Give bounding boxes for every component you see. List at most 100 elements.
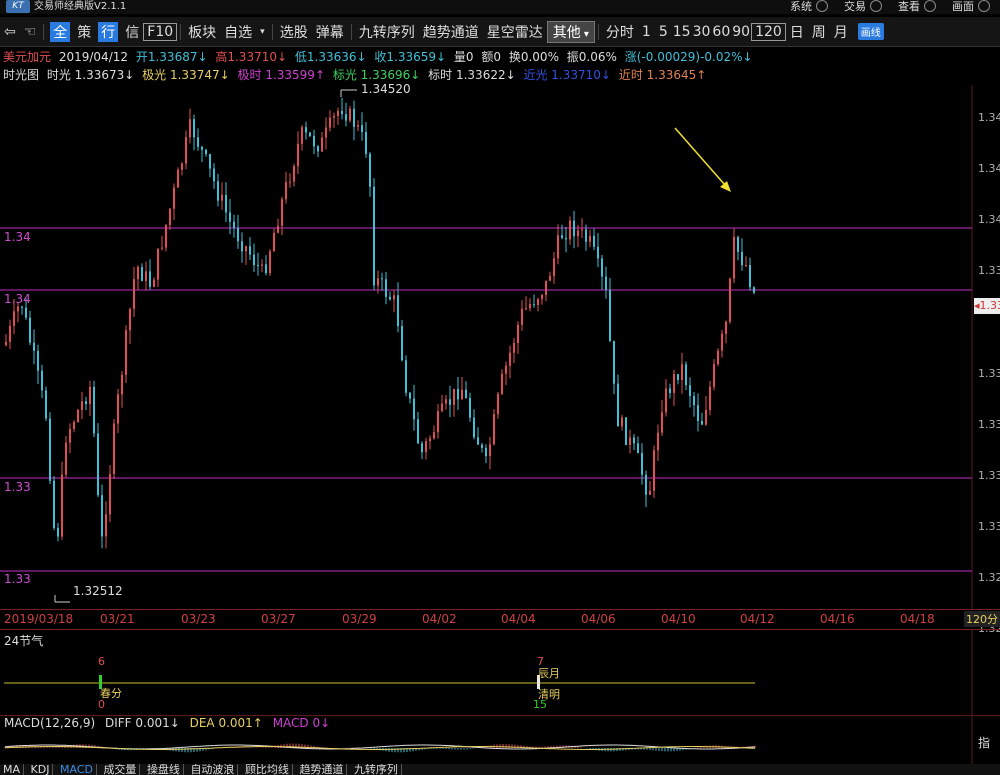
menu-view[interactable]: 查看 <box>898 0 936 14</box>
period-60[interactable]: 60 <box>711 24 731 40</box>
menu-screen[interactable]: 画面 <box>952 0 990 14</box>
candle-body <box>633 437 635 444</box>
candle-body <box>717 350 719 365</box>
indicator-name: 时光图 <box>3 68 40 82</box>
solar-terms-panel[interactable]: 24节气 6 春分 0 7 辰月 清明 15 <box>0 629 1000 716</box>
candle-body <box>321 137 323 152</box>
axis-tick: 1.33 <box>978 520 1000 533</box>
candle-body <box>25 307 27 318</box>
candle-body <box>65 442 67 475</box>
tab-volume[interactable]: 成交量 <box>100 764 141 775</box>
period-day[interactable]: 日 <box>786 22 808 42</box>
candle-body <box>597 246 599 259</box>
period-week[interactable]: 周 <box>808 22 830 42</box>
macd-right-label: 指 <box>978 736 991 750</box>
candle-body <box>525 308 527 310</box>
tab-trend-channel[interactable]: 趋势通道 <box>296 764 348 775</box>
date-axis: 2019/03/18 03/21 03/23 03/27 03/29 04/02… <box>0 609 1000 630</box>
candle-body <box>385 279 387 297</box>
event1-bottom: 0 <box>98 698 105 711</box>
turnover-value: 换0.00% <box>508 50 559 64</box>
candle-body <box>101 495 103 537</box>
tab-gmma[interactable]: 顾比均线 <box>241 764 293 775</box>
candle-body <box>517 324 519 343</box>
candle-body <box>253 254 255 266</box>
hand-icon[interactable]: ☜ <box>20 24 41 40</box>
candle-body <box>461 389 463 400</box>
candle-body <box>369 153 371 187</box>
tab-ma[interactable]: MA <box>0 764 25 775</box>
candle-body <box>469 397 471 418</box>
menu-system[interactable]: 系统 <box>790 0 828 14</box>
candle-body <box>165 224 167 248</box>
candle-body <box>413 398 415 420</box>
level-label-1: 1.34 <box>4 230 31 244</box>
tab-kdj[interactable]: KDJ <box>27 764 54 775</box>
candle-body <box>609 289 611 341</box>
candle-body <box>553 258 555 277</box>
solar-terms-svg <box>4 629 973 715</box>
candle-body <box>193 119 195 138</box>
candle-body <box>17 306 19 312</box>
candle-body <box>561 235 563 239</box>
candle-body <box>537 299 539 306</box>
btn-danmaku[interactable]: 弹幕 <box>312 22 348 42</box>
btn-trend-channel[interactable]: 趋势通道 <box>419 22 483 42</box>
tab-auto-wave[interactable]: 自动波浪 <box>187 764 239 775</box>
candle-body <box>729 278 731 322</box>
date-tick: 04/16 <box>820 612 855 626</box>
btn-info[interactable]: 信 <box>121 22 143 42</box>
candle-body <box>285 182 287 200</box>
volume-value: 量0 <box>453 50 474 64</box>
period-120[interactable]: 120 <box>751 22 786 41</box>
candle-body <box>401 326 403 361</box>
btn-stock-picker[interactable]: 选股 <box>276 22 312 42</box>
candle-body <box>497 393 499 415</box>
period-month[interactable]: 月 <box>830 22 852 42</box>
btn-quote[interactable]: 行 <box>98 21 119 42</box>
candle-body <box>229 212 231 222</box>
candle-body <box>549 276 551 281</box>
candle-body <box>565 238 567 240</box>
candle-body <box>29 317 31 343</box>
btn-radar[interactable]: 星空雷达 <box>483 22 547 42</box>
tab-operator-line[interactable]: 操盘线 <box>143 764 184 775</box>
candle-body <box>545 280 547 295</box>
candle-body <box>257 265 259 267</box>
btn-watchlist[interactable]: 自选 <box>220 22 256 42</box>
btn-draw-line[interactable]: 画线 <box>857 23 884 40</box>
candle-body <box>485 447 487 457</box>
btn-nine-turn[interactable]: 九转序列 <box>355 22 419 42</box>
level-label-3: 1.33 <box>4 480 31 494</box>
candle-body <box>577 230 579 237</box>
btn-other-dropdown[interactable]: 其他 <box>546 20 595 43</box>
candle-body <box>173 187 175 209</box>
btn-f10[interactable]: F10 <box>143 22 178 41</box>
tab-nine-turn[interactable]: 九转序列 <box>350 764 402 775</box>
period-15[interactable]: 15 <box>672 24 692 40</box>
event2-label1: 辰月 <box>538 667 560 680</box>
period-90[interactable]: 90 <box>731 24 751 40</box>
back-icon[interactable]: ⇦ <box>0 24 20 40</box>
btn-strategy[interactable]: 策 <box>73 22 95 42</box>
low-value: 低1.33636↓ <box>294 50 367 64</box>
btn-all[interactable]: 全 <box>50 21 71 42</box>
price-chart[interactable]: 1.34 1.34 1.33 1.33 1.34 1.34 1.34 1.33 … <box>0 82 1000 635</box>
watchlist-dropdown-icon[interactable]: ▾ <box>256 27 269 37</box>
candle-body <box>249 246 251 255</box>
candle-body <box>73 422 75 430</box>
period-badge[interactable]: 120分 <box>964 611 1000 627</box>
period-5[interactable]: 5 <box>655 24 672 40</box>
candle-body <box>37 350 39 371</box>
period-1[interactable]: 1 <box>638 24 655 40</box>
macd-panel[interactable]: MACD(12,26,9) DIFF 0.001↓ DEA 0.001↑ MAC… <box>0 716 1000 766</box>
tab-macd[interactable]: MACD <box>56 764 97 775</box>
menu-trade[interactable]: 交易 <box>844 0 882 14</box>
candle-body <box>213 168 215 182</box>
candle-body <box>237 227 239 242</box>
period-minute[interactable]: 分时 <box>602 22 638 42</box>
symbol-name: 美元加元 <box>3 50 52 64</box>
btn-sector[interactable]: 板块 <box>184 22 220 42</box>
period-30[interactable]: 30 <box>692 24 712 40</box>
candle-body <box>613 340 615 384</box>
